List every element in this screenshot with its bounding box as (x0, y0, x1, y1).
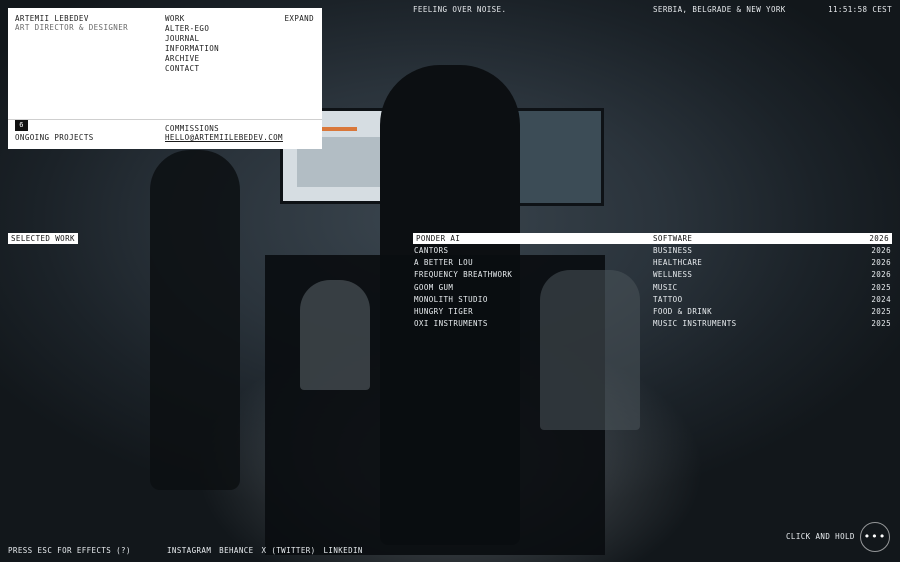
work-year: 2026 (871, 258, 891, 268)
work-list: PONDER AI SOFTWARE 2026 CANTORS BUSINESS 2026… (413, 233, 892, 330)
work-year: 2025 (871, 319, 891, 329)
social-links: INSTAGRAM BEHANCE X (TWITTER) LINKEDIN (167, 546, 366, 556)
social-link-instagram[interactable]: INSTAGRAM (167, 546, 211, 555)
work-category: WELLNESS (653, 270, 693, 280)
work-category: MUSIC (653, 282, 678, 292)
nav-item-journal[interactable]: JOURNAL (165, 34, 219, 44)
work-year: 2025 (871, 282, 891, 292)
ongoing-projects-label: ONGOING PROJECTS (15, 133, 94, 142)
tagline: FEELING OVER NOISE. (413, 5, 507, 14)
work-name: HUNGRY TIGER (414, 306, 473, 316)
work-year: 2026 (871, 246, 891, 255)
click-and-hold-hint: CLICK AND HOLD (786, 532, 855, 541)
work-list-row[interactable]: CANTORS BUSINESS 2026 (413, 245, 892, 257)
work-year: 2026 (871, 270, 891, 280)
silhouette-person-left (150, 150, 240, 490)
work-name: OXI INSTRUMENTS (414, 319, 488, 329)
social-link-linkedin[interactable]: LINKEDIN (324, 546, 363, 555)
seated-person-left (300, 280, 370, 390)
work-category: TATTOO (653, 294, 683, 304)
social-link-behance[interactable]: BEHANCE (219, 546, 253, 555)
effects-hint[interactable]: PRESS ESC FOR EFFECTS (?) (8, 546, 131, 556)
work-category: FOOD & DRINK (653, 306, 712, 316)
social-link-x-twitter[interactable]: X (TWITTER) (262, 546, 316, 555)
local-clock: 11:51:58 CEST (828, 5, 892, 14)
location-text: SERBIA, BELGRADE & NEW YORK (653, 5, 786, 14)
nav-item-work[interactable]: WORK (165, 14, 219, 24)
site-owner-role: ART DIRECTOR & DESIGNER (15, 23, 129, 32)
work-list-row[interactable]: PONDER AI SOFTWARE 2026 (413, 233, 892, 244)
work-category: MUSIC INSTRUMENTS (653, 319, 737, 329)
work-name: A BETTER LOU (414, 258, 473, 268)
work-list-row[interactable]: A BETTER LOU HEALTHCARE 2026 (413, 257, 892, 269)
work-list-row[interactable]: HUNGRY TIGER FOOD & DRINK 2025 (413, 306, 892, 318)
work-category: SOFTWARE (653, 234, 693, 243)
work-list-row[interactable]: GOOM GUM MUSIC 2025 (413, 282, 892, 294)
selected-work-label: SELECTED WORK (8, 233, 78, 244)
work-category: HEALTHCARE (653, 258, 703, 268)
more-options-button[interactable]: ••• (860, 522, 890, 552)
contact-email-link[interactable]: HELLO@ARTEMIILEBEDEV.COM (165, 133, 283, 143)
work-list-row[interactable]: FREQUENCY BREATHWORK WELLNESS 2026 (413, 269, 892, 281)
ongoing-projects-count: 6 (15, 120, 28, 131)
main-nav: WORK ALTER-EGO JOURNAL INFORMATION ARCHI… (165, 14, 219, 74)
work-year: 2025 (871, 306, 891, 316)
menu-divider (8, 119, 322, 120)
nav-item-alter-ego[interactable]: ALTER-EGO (165, 24, 219, 34)
work-year: 2026 (869, 234, 889, 243)
work-year: 2024 (871, 294, 891, 304)
work-list-row[interactable]: MONOLITH STUDIO TATTOO 2024 (413, 294, 892, 306)
work-name: FREQUENCY BREATHWORK (414, 270, 513, 280)
menu-panel: ARTEMII LEBEDEV ART DIRECTOR & DESIGNER … (8, 8, 322, 149)
work-category: BUSINESS (653, 246, 693, 255)
work-name: PONDER AI (416, 234, 461, 243)
nav-item-archive[interactable]: ARCHIVE (165, 54, 219, 64)
expand-button[interactable]: EXPAND (285, 14, 315, 24)
work-name: MONOLITH STUDIO (414, 294, 488, 304)
work-list-row[interactable]: OXI INSTRUMENTS MUSIC INSTRUMENTS 2025 (413, 318, 892, 330)
nav-item-contact[interactable]: CONTACT (165, 64, 219, 74)
nav-item-information[interactable]: INFORMATION (165, 44, 219, 54)
work-name: CANTORS (414, 246, 449, 255)
work-name: GOOM GUM (414, 282, 454, 292)
